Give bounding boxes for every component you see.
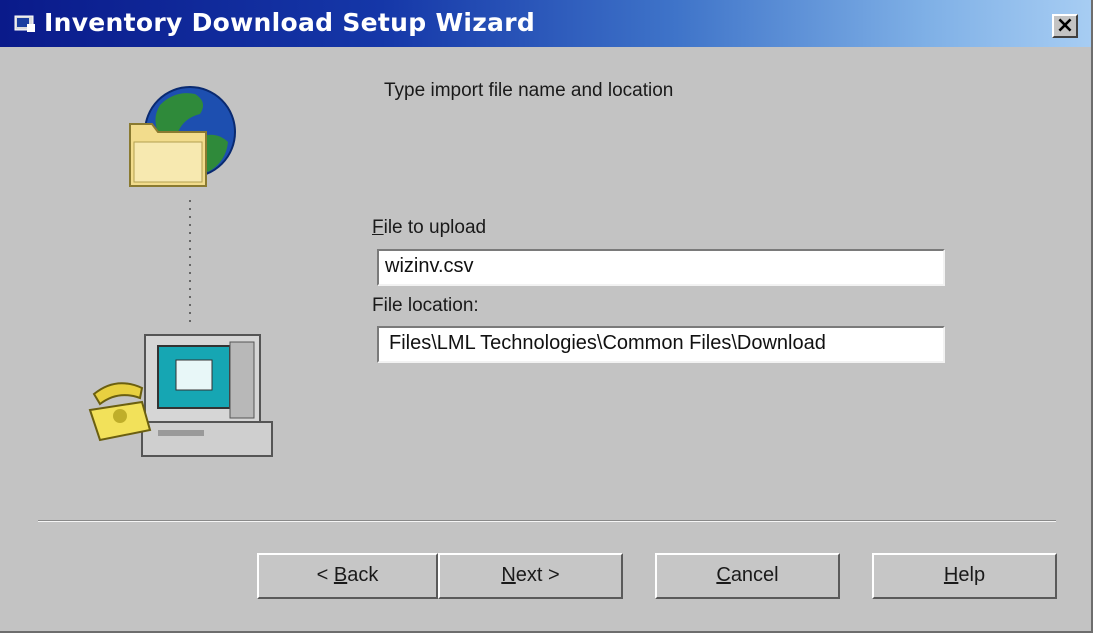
file-location-label: File location: [372,295,479,316]
wizard-illustration [88,86,273,457]
wizard-window: Inventory Download Setup Wizard × Type i… [0,0,1093,633]
close-button[interactable]: × [1052,14,1078,38]
file-label-text: ile to upload [383,217,487,238]
telephone-icon [88,382,152,442]
back-button[interactable]: < Back [257,553,438,599]
help-mnemonic: H [943,564,959,586]
help-label: elp [958,564,986,586]
back-prefix: < [316,564,334,586]
folder-icon [129,123,207,187]
file-label-mnemonic: F [372,217,384,238]
file-to-upload-label: File to upload [372,217,486,239]
cancel-button[interactable]: Cancel [655,553,840,599]
wizard-app-icon [14,15,35,32]
computer-icon [141,334,273,457]
next-button[interactable]: Next > [438,553,623,599]
file-to-upload-field[interactable]: wizinv.csv [377,249,945,286]
next-mnemonic: N [501,564,516,586]
back-mnemonic: B [333,564,348,586]
window-title: Inventory Download Setup Wizard [44,8,536,37]
back-label: ack [347,564,379,586]
cancel-mnemonic: C [716,564,731,586]
cancel-label: ancel [730,564,779,586]
help-button[interactable]: Help [872,553,1057,599]
instruction-text: Type import file name and location [384,80,674,101]
close-icon: × [1055,13,1075,38]
file-location-field[interactable]: Files\LML Technologies\Common Files\Down… [377,326,945,363]
title-bar[interactable]: Inventory Download Setup Wizard × [0,0,1091,47]
next-label: ext > [515,564,560,586]
button-separator [38,520,1056,522]
